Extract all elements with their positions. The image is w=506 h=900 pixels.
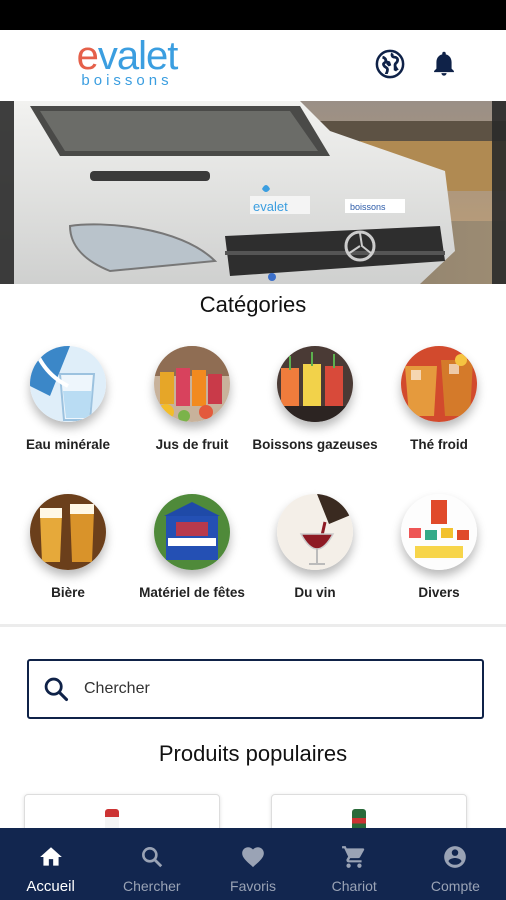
category-label: Du vin	[294, 585, 336, 600]
category-jus-de-fruit[interactable]: Jus de fruit	[129, 346, 255, 453]
category-boissons-gazeuses[interactable]: Boissons gazeuses	[252, 346, 378, 453]
van-logo-text: evalet	[253, 199, 288, 214]
category-label: Divers	[418, 585, 460, 600]
globe-icon[interactable]	[374, 48, 406, 80]
category-label: Matériel de fêtes	[139, 585, 245, 600]
category-eau-minerale[interactable]: Eau minérale	[5, 346, 131, 453]
heart-icon	[240, 844, 266, 870]
status-bar	[0, 0, 506, 30]
nav-label: Chariot	[331, 878, 377, 894]
search-icon	[139, 844, 165, 870]
bell-icon[interactable]	[428, 48, 460, 80]
search-icon	[41, 674, 71, 704]
popular-products-title: Produits populaires	[158, 741, 348, 766]
soda-drinks-image	[277, 346, 353, 422]
category-label: Boissons gazeuses	[252, 437, 378, 452]
nav-favoris[interactable]: Favoris	[202, 828, 303, 900]
category-label: Bière	[51, 585, 85, 600]
search-input[interactable]	[84, 680, 444, 698]
nav-chariot[interactable]: Chariot	[304, 828, 405, 900]
party-tent-image	[154, 494, 230, 570]
misc-products-image	[401, 494, 477, 570]
nav-accueil[interactable]: Accueil	[0, 828, 101, 900]
promo-banner[interactable]: evalet boissons	[0, 101, 506, 284]
category-materiel-de-fetes[interactable]: Matériel de fêtes	[129, 494, 255, 601]
nav-label: Chercher	[123, 878, 181, 894]
cart-icon	[341, 844, 367, 870]
categories-title: Catégories	[199, 292, 307, 317]
logo-subtitle: boissons	[81, 72, 173, 89]
category-du-vin[interactable]: Du vin	[252, 494, 378, 601]
app-header: evalet boissons	[0, 30, 506, 102]
van-side-text: boissons	[350, 202, 386, 212]
account-icon	[442, 844, 468, 870]
fruit-juice-image	[154, 346, 230, 422]
nav-chercher[interactable]: Chercher	[101, 828, 202, 900]
category-the-froid[interactable]: Thé froid	[376, 346, 502, 453]
home-icon	[38, 844, 64, 870]
category-divers[interactable]: Divers	[376, 494, 502, 601]
category-label: Eau minérale	[25, 437, 111, 452]
nav-label: Accueil	[26, 878, 75, 895]
beer-glasses-image	[30, 494, 106, 570]
nav-label: Compte	[430, 878, 480, 894]
category-label: Jus de fruit	[155, 437, 229, 452]
wine-pour-image	[277, 494, 353, 570]
nav-label: Favoris	[230, 878, 276, 894]
iced-tea-image	[401, 346, 477, 422]
bottom-navigation: Accueil Chercher Favoris Chariot Compte	[0, 828, 506, 900]
category-biere[interactable]: Bière	[5, 494, 131, 601]
search-bar[interactable]	[27, 659, 484, 719]
water-glass-image	[30, 346, 106, 422]
section-divider	[0, 624, 506, 627]
category-label: Thé froid	[410, 437, 468, 452]
evalet-logo[interactable]: evalet boissons	[72, 34, 182, 88]
nav-compte[interactable]: Compte	[405, 828, 506, 900]
